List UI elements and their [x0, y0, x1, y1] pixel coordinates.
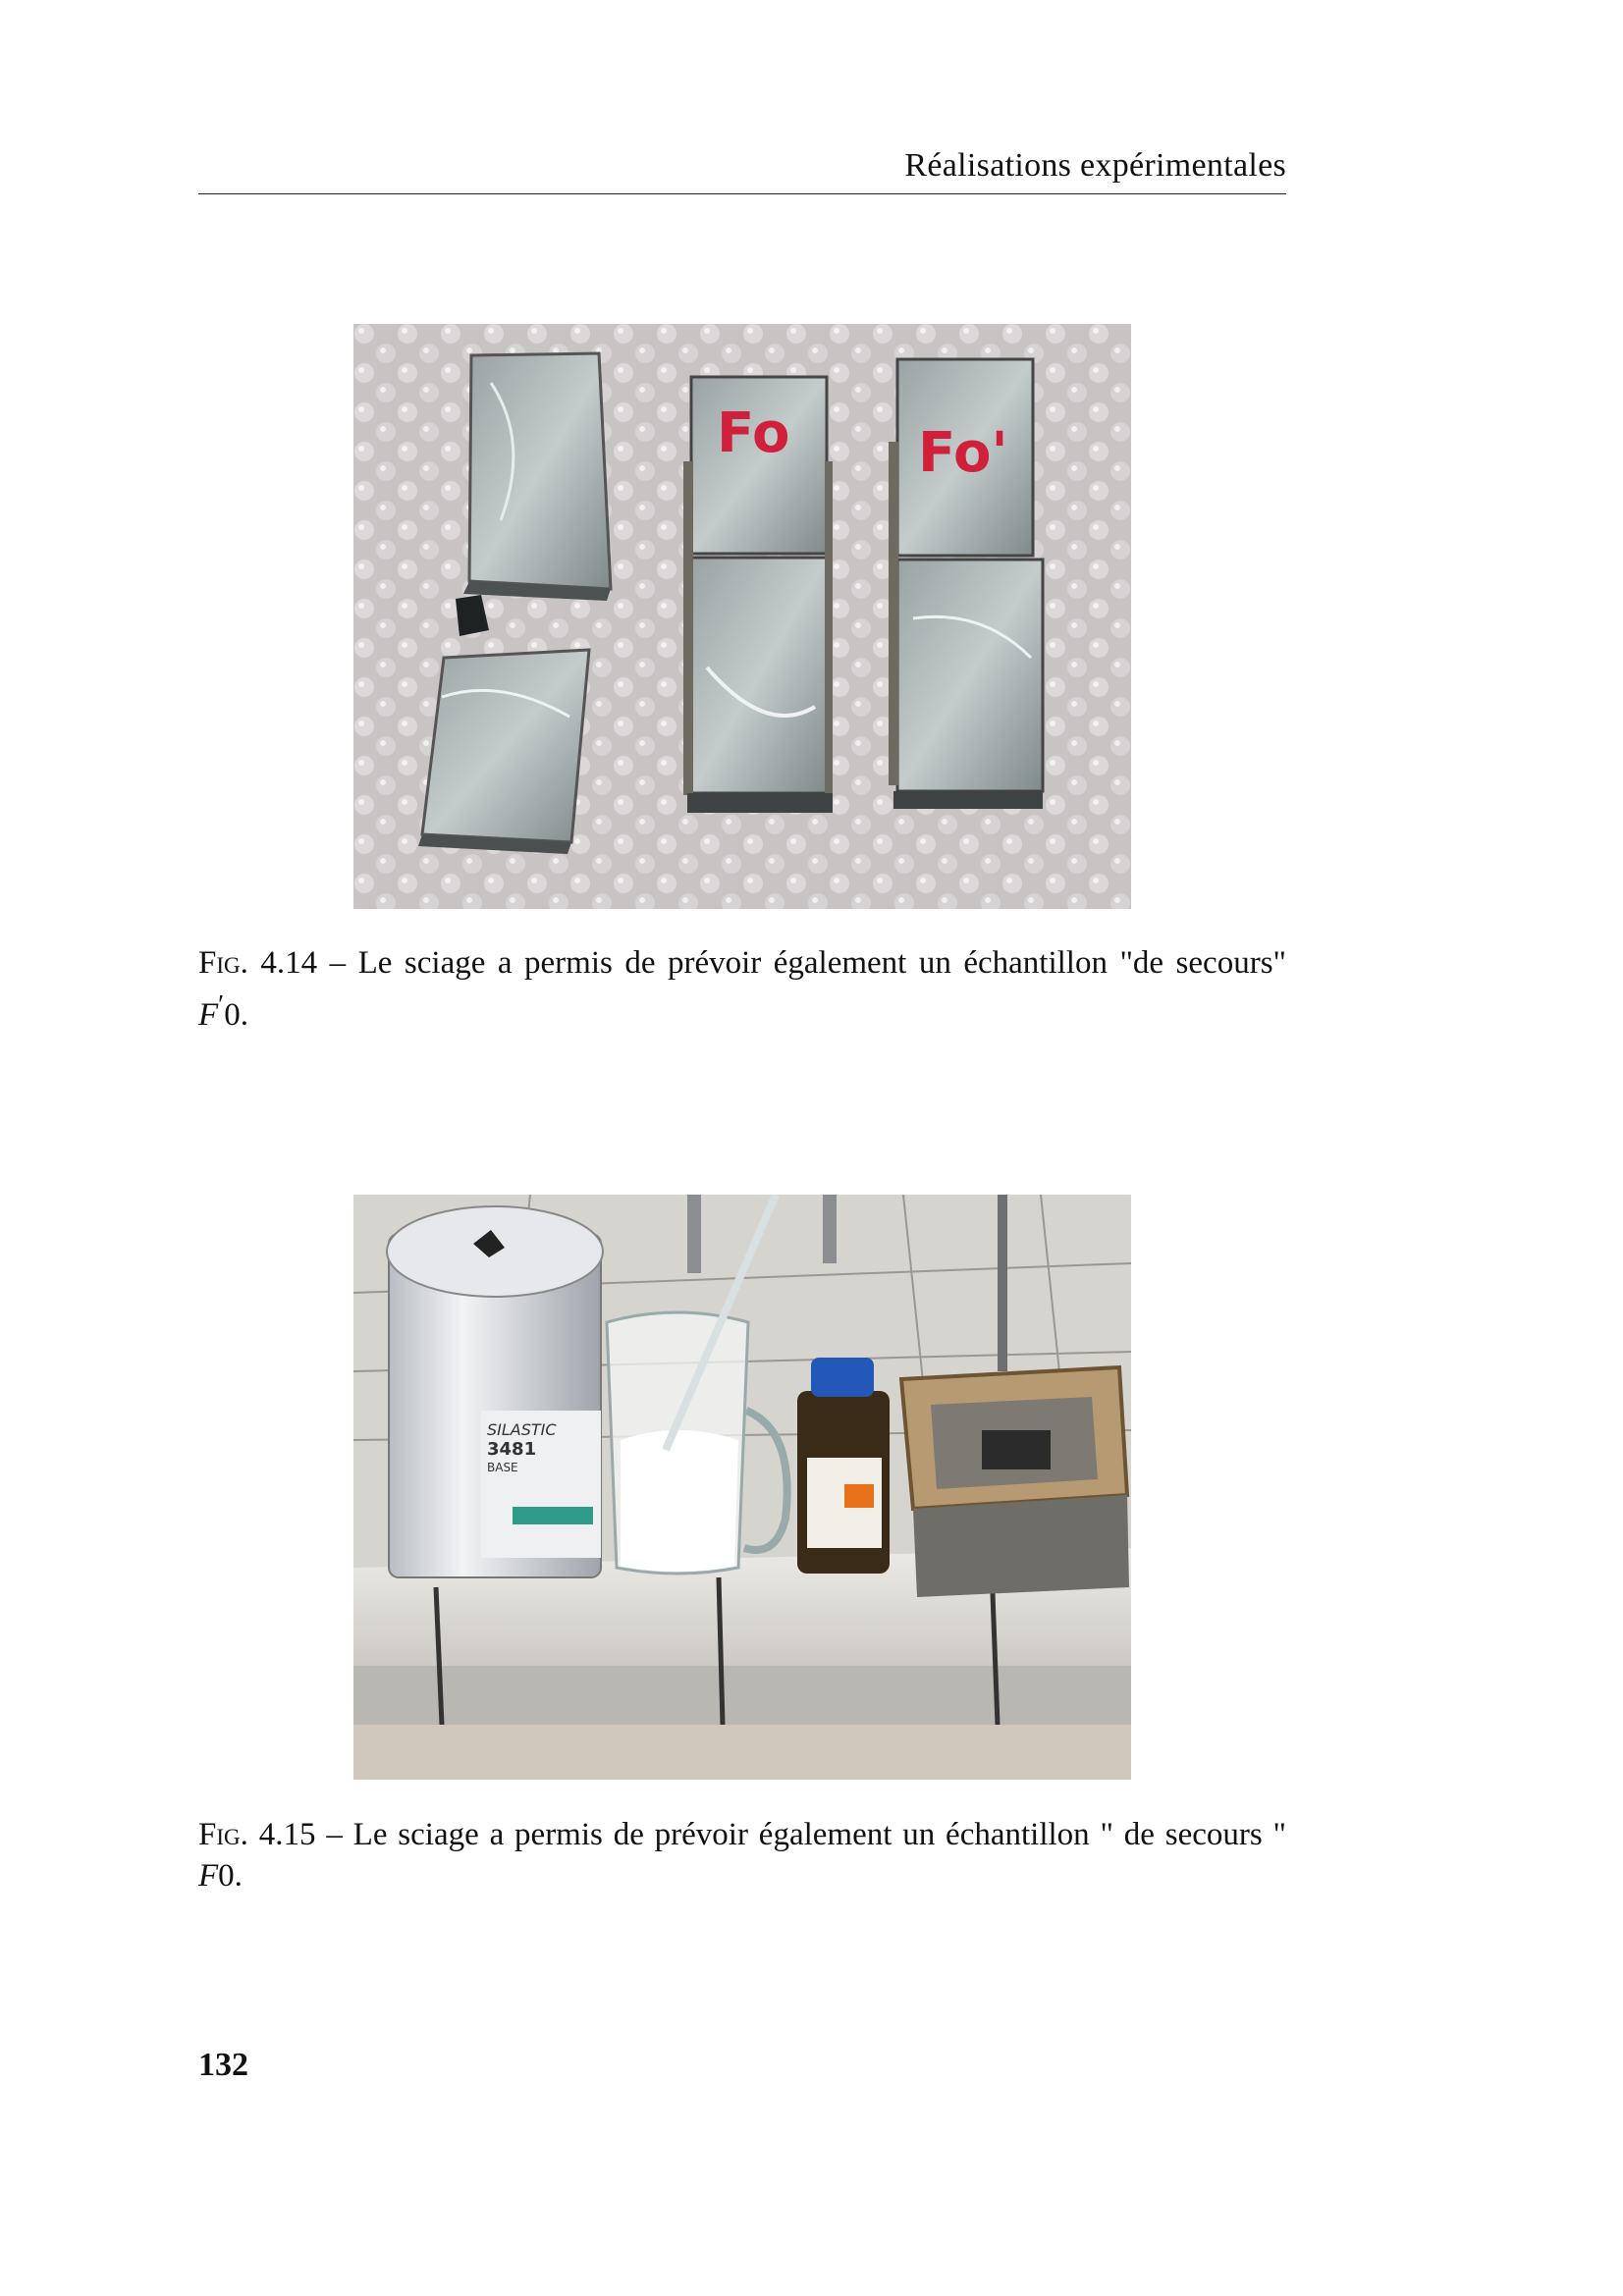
figure-4-15-caption: Fig. 4.15 – Le sciage a permis de prévoi…	[198, 1814, 1286, 1896]
can-brand: SILASTIC	[487, 1420, 557, 1439]
caption-math-f: F	[198, 997, 219, 1033]
caption-math-tail: 0.	[218, 1858, 243, 1894]
figure-4-15-photo: SILASTIC 3481 BASE	[353, 1195, 1131, 1780]
figure-label: Fig.	[198, 945, 248, 981]
running-title: Réalisations expérimentales	[904, 147, 1286, 184]
can-product-number: 3481	[487, 1439, 536, 1460]
lab-bench-photo: SILASTIC 3481 BASE	[353, 1195, 1131, 1780]
caption-math-f: F	[198, 1858, 219, 1894]
figure-number: 4.14	[260, 945, 318, 981]
label-fo-prime: Fo'	[918, 421, 1008, 485]
caption-math-tail: 0.	[224, 997, 248, 1033]
figure-4-14-photo: Fo Fo'	[353, 324, 1131, 909]
caption-dash: –	[326, 1817, 343, 1852]
caption-text: Le sciage a permis de prévoir également …	[357, 945, 1287, 981]
label-fo: Fo	[717, 401, 789, 465]
figure-4-14-caption: Fig. 4.14 – Le sciage a permis de prévoi…	[198, 942, 1286, 1036]
rock-blocks-photo: Fo Fo'	[353, 324, 1131, 909]
can-product-type: BASE	[487, 1461, 518, 1474]
caption-text: Le sciage a permis de prévoir également …	[352, 1817, 1287, 1852]
figure-label: Fig.	[198, 1817, 248, 1852]
page-number: 132	[198, 2047, 248, 2083]
header-rule	[198, 193, 1286, 194]
caption-dash: –	[329, 945, 347, 981]
figure-number: 4.15	[258, 1817, 316, 1852]
